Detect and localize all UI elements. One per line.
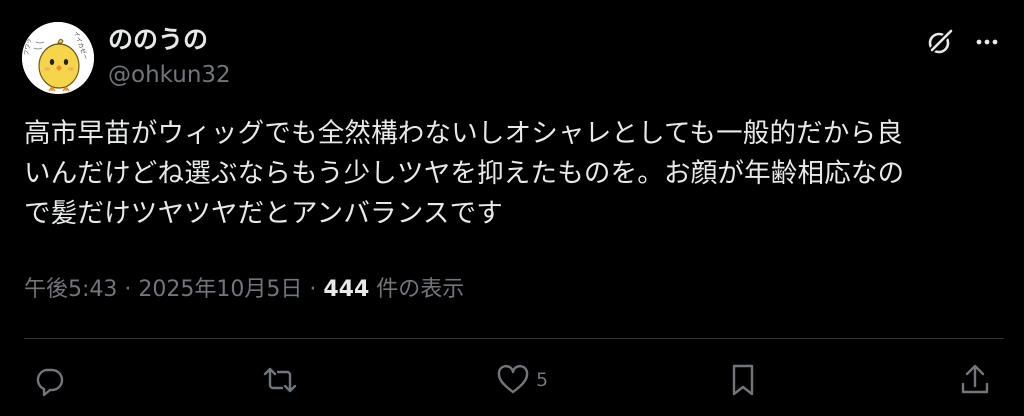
views-count[interactable]: 444	[323, 277, 369, 302]
meta-separator: ·	[302, 277, 324, 302]
tweet-time[interactable]: 午後5:43	[24, 277, 117, 302]
reply-icon	[36, 368, 64, 397]
bookmark-button[interactable]	[728, 362, 758, 398]
tweet-text: 高市早苗がウィッグでも全然構わないしオシャレとしても一般的だから良 いんだけどね…	[24, 114, 1014, 234]
like-count: 5	[536, 369, 549, 391]
more-dots-icon[interactable]	[970, 26, 1004, 58]
tweet-meta: 午後5:43 · 2025年10月5日 · 444 件の表示	[24, 274, 464, 306]
tweet-date[interactable]: 2025年10月5日	[138, 277, 302, 302]
retweet-button[interactable]	[262, 362, 298, 398]
avatar[interactable]: イイカゼー フワッ	[22, 22, 94, 94]
tweet-card: イイカゼー フワッ ののうの @ohkun32 高市早苗がウィッグでも全然構わな…	[0, 0, 1024, 416]
like-button[interactable]: 5	[496, 362, 548, 398]
share-button[interactable]	[958, 362, 992, 398]
bookmark-icon	[732, 364, 754, 396]
meta-separator: ·	[117, 277, 139, 302]
tweet-text-line: いんだけどね選ぶならもう少しツヤを抑えたものを。お顔が年齢相応なの	[24, 158, 905, 189]
heart-icon	[497, 364, 529, 394]
author-display-name[interactable]: ののうの	[108, 24, 208, 56]
views-label: 件の表示	[369, 277, 465, 302]
reply-button[interactable]	[32, 362, 66, 398]
tweet-text-line: で髪だけツヤツヤだとアンバランスです	[24, 198, 504, 229]
grok-icon[interactable]	[924, 26, 956, 58]
tweet-text-line: 高市早苗がウィッグでも全然構わないしオシャレとしても一般的だから良	[24, 118, 903, 149]
divider	[24, 338, 1004, 339]
retweet-icon	[263, 367, 297, 393]
chick-avatar-icon: イイカゼー フワッ	[22, 22, 94, 94]
author-handle[interactable]: @ohkun32	[108, 60, 231, 90]
share-icon	[961, 364, 989, 394]
